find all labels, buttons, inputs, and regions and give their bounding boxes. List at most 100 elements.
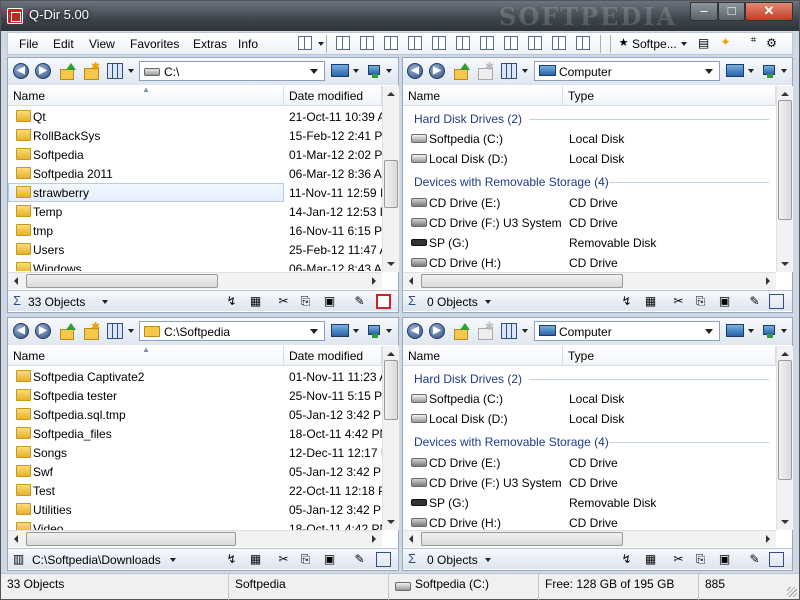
object-count[interactable]: 0 Objects — [427, 553, 478, 567]
paste-icon[interactable]: ▣ — [717, 294, 732, 309]
list-item[interactable]: CD Drive (F:) U3 System CD Drive — [403, 473, 776, 492]
chevron-down-icon[interactable] — [705, 69, 713, 74]
chevron-down-icon[interactable] — [128, 329, 134, 333]
address-bar[interactable]: C:\ — [139, 61, 325, 81]
vertical-scrollbar[interactable] — [776, 86, 793, 272]
app-icon[interactable] — [7, 8, 23, 24]
scroll-left-icon[interactable] — [409, 535, 413, 543]
chevron-down-icon[interactable] — [748, 69, 754, 73]
properties-icon[interactable]: ▦ — [643, 552, 658, 567]
list-item[interactable]: CD Drive (F:) U3 System CD Drive — [403, 213, 776, 232]
column-date[interactable]: Date modified — [284, 346, 382, 366]
layout-icon[interactable] — [384, 36, 398, 50]
chevron-down-icon[interactable] — [485, 558, 491, 562]
copy-icon[interactable]: ⎘ — [693, 552, 708, 567]
scroll-thumb[interactable] — [421, 532, 623, 546]
object-count[interactable]: 33 Objects — [28, 295, 85, 309]
layout-icon[interactable] — [336, 36, 350, 50]
network-tree-icon[interactable] — [761, 63, 777, 79]
layout-icon[interactable] — [432, 36, 446, 50]
cut-icon[interactable]: ✂ — [276, 294, 291, 309]
scroll-down-icon[interactable] — [781, 262, 789, 266]
paste-icon[interactable]: ▣ — [322, 552, 337, 567]
chevron-down-icon[interactable] — [681, 42, 687, 46]
view-mode-icon[interactable] — [107, 63, 123, 79]
close-button[interactable]: ✕ — [745, 2, 793, 21]
chevron-down-icon[interactable] — [128, 69, 134, 73]
list-item[interactable]: Test 22-Oct-11 12:18 P — [8, 481, 382, 500]
layout-icon[interactable] — [504, 36, 518, 50]
list-item[interactable]: Softpedia tester 25-Nov-11 5:15 P — [8, 386, 382, 405]
network-tree-icon[interactable] — [761, 323, 777, 339]
group-header[interactable]: Hard Disk Drives (2) — [403, 369, 776, 389]
desktop-icon[interactable] — [331, 324, 349, 337]
layout-icon[interactable] — [528, 36, 542, 50]
chevron-down-icon[interactable] — [705, 329, 713, 334]
view-mode-icon[interactable] — [107, 323, 123, 339]
address-bar[interactable]: Computer — [534, 321, 720, 341]
list-item[interactable]: Softpedia.sql.tmp 05-Jan-12 3:42 PN — [8, 405, 382, 424]
cut-icon[interactable]: ✂ — [276, 552, 291, 567]
scroll-right-icon[interactable] — [766, 277, 770, 285]
chevron-down-icon[interactable] — [781, 69, 787, 73]
horizontal-scrollbar[interactable] — [403, 530, 776, 547]
chevron-down-icon[interactable] — [781, 329, 787, 333]
menu-info[interactable]: Info — [238, 37, 258, 51]
view-mode-icon[interactable] — [501, 63, 517, 79]
list-item[interactable]: SP (G:) Removable Disk — [403, 493, 776, 512]
group-header[interactable]: Devices with Removable Storage (4) — [403, 172, 776, 192]
chevron-down-icon[interactable] — [353, 329, 359, 333]
folder-up-icon[interactable] — [453, 63, 470, 80]
menu-favorites[interactable]: Favorites — [130, 37, 179, 51]
forward-icon[interactable]: ▶ — [429, 63, 445, 79]
chevron-down-icon[interactable] — [170, 558, 176, 562]
folder-up-icon[interactable] — [59, 323, 76, 340]
star-tools-icon[interactable]: ✦ — [718, 35, 733, 50]
vertical-scrollbar[interactable] — [776, 346, 793, 530]
chevron-down-icon[interactable] — [522, 69, 528, 73]
list-item[interactable]: Softpedia (C:) Local Disk — [403, 389, 776, 408]
rename-icon[interactable]: ✎ — [352, 294, 367, 309]
forward-icon[interactable]: ▶ — [35, 63, 51, 79]
list-item[interactable]: Temp 14-Jan-12 12:53 P — [8, 202, 382, 221]
title-bar[interactable]: Q-Dir 5.00 SOFTPEDIA – □ ✕ — [1, 1, 799, 31]
chevron-down-icon[interactable] — [485, 300, 491, 304]
list-item[interactable]: Softpedia Captivate2 01-Nov-11 11:23 A — [8, 367, 382, 386]
list-item[interactable]: Songs 12-Dec-11 12:17 P — [8, 443, 382, 462]
folder-up-icon[interactable] — [59, 63, 76, 80]
back-icon[interactable]: ◀ — [13, 63, 29, 79]
new-folder-icon[interactable] — [477, 320, 494, 340]
pane-focus-icon[interactable] — [376, 552, 391, 567]
layout-icon[interactable] — [360, 36, 374, 50]
new-folder-icon[interactable] — [83, 320, 100, 340]
desktop-icon[interactable] — [726, 64, 744, 77]
scroll-left-icon[interactable] — [14, 535, 18, 543]
menu-extras[interactable]: Extras — [193, 37, 227, 51]
group-header[interactable]: Devices with Removable Storage (4) — [403, 432, 776, 452]
paste-icon[interactable]: ▣ — [322, 294, 337, 309]
favorites-icon[interactable]: ★ — [616, 36, 631, 51]
column-name[interactable]: Name ▲ — [8, 85, 284, 106]
desktop-icon[interactable] — [331, 64, 349, 77]
address-bar[interactable]: Computer — [534, 61, 720, 81]
vertical-scrollbar[interactable] — [382, 346, 399, 530]
list-item[interactable]: tmp 16-Nov-11 6:15 P — [8, 221, 382, 240]
copy-icon[interactable]: ⎘ — [298, 294, 313, 309]
horizontal-scrollbar[interactable] — [403, 272, 776, 289]
list-item[interactable]: CD Drive (H:) CD Drive — [403, 253, 776, 272]
list-item[interactable]: Local Disk (D:) Local Disk — [403, 409, 776, 428]
list-item[interactable]: Softpedia 01-Mar-12 2:02 PN — [8, 145, 382, 164]
refresh-icon[interactable]: ↯ — [619, 552, 634, 567]
list-item[interactable]: Softpedia (C:) Local Disk — [403, 129, 776, 148]
back-icon[interactable]: ◀ — [407, 323, 423, 339]
scroll-up-icon[interactable] — [781, 352, 789, 356]
scroll-thumb[interactable] — [778, 100, 792, 220]
rename-icon[interactable]: ✎ — [747, 552, 762, 567]
list-item[interactable]: Windows 06-Mar-12 8:43 A — [8, 259, 382, 271]
horizontal-scrollbar[interactable] — [8, 530, 382, 547]
column-type[interactable]: Type — [563, 346, 776, 366]
delete-icon[interactable] — [376, 294, 391, 309]
refresh-icon[interactable]: ↯ — [224, 294, 239, 309]
menu-edit[interactable]: Edit — [53, 37, 74, 51]
layout-4-pane-icon[interactable] — [298, 36, 312, 50]
